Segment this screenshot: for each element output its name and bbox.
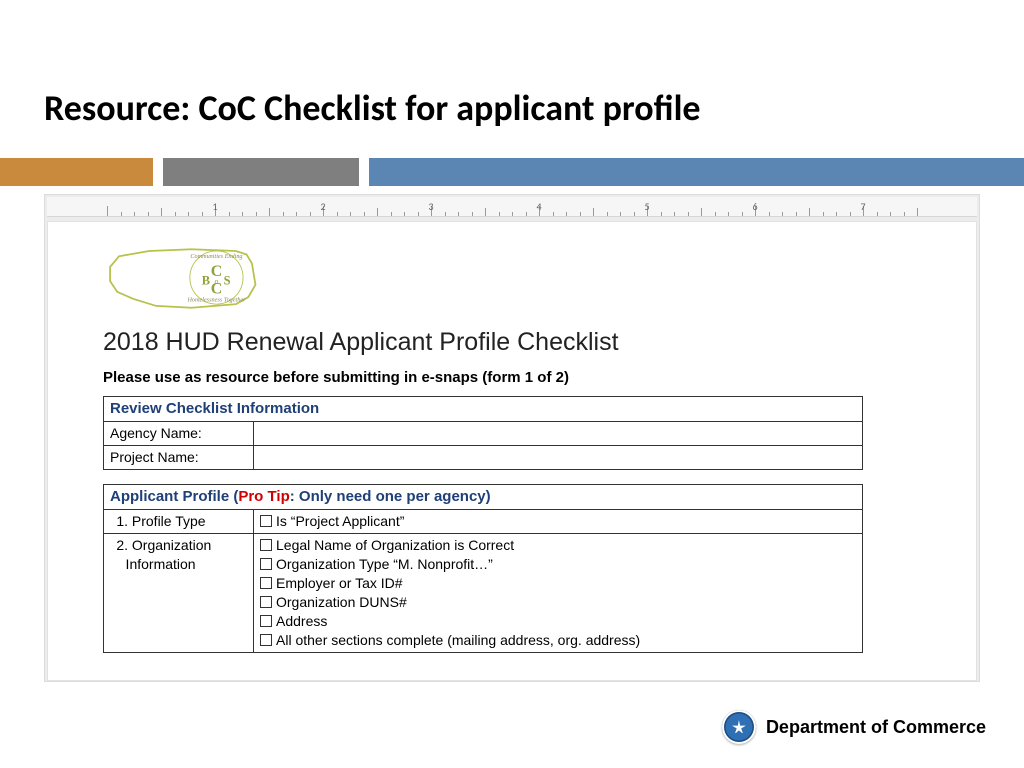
check-item: Address	[276, 613, 327, 629]
profile-header: Applicant Profile (Pro Tip: Only need on…	[104, 485, 863, 510]
bar-gray	[163, 158, 359, 186]
project-name-value	[254, 446, 863, 470]
bar-blue	[369, 158, 1024, 186]
checkbox-icon	[260, 539, 272, 551]
table-row: 1. Profile Type Is “Project Applicant”	[104, 510, 863, 534]
project-name-label: Project Name:	[104, 446, 254, 470]
table-row: 2. Organization Information Legal Name o…	[104, 534, 863, 652]
row-label-text: Profile Type	[132, 513, 206, 529]
embedded-document-view: 1234567 Communities Ending Homelessness …	[44, 194, 980, 682]
svg-text:Communities Ending: Communities Ending	[190, 253, 242, 260]
applicant-profile-table: Applicant Profile (Pro Tip: Only need on…	[103, 484, 863, 652]
row-label: 2. Organization Information	[104, 534, 254, 652]
row-items: Legal Name of Organization is Correct Org…	[254, 534, 863, 652]
coc-logo: Communities Ending Homelessness Together…	[103, 242, 298, 322]
profile-header-suffix: : Only need one per agency)	[290, 488, 491, 505]
checkbox-icon	[260, 515, 272, 527]
check-item: All other sections complete (mailing add…	[276, 632, 640, 648]
row-num: 1.	[110, 512, 128, 531]
row-num: 2.	[110, 536, 128, 555]
review-checklist-table: Review Checklist Information Agency Name…	[103, 396, 863, 470]
checkbox-icon	[260, 634, 272, 646]
profile-header-protip: Pro Tip	[238, 488, 289, 505]
row-items: Is “Project Applicant”	[254, 510, 863, 534]
checkbox-icon	[260, 596, 272, 608]
profile-header-prefix: Applicant Profile (	[110, 488, 238, 505]
wa-seal-icon	[722, 710, 756, 744]
check-item: Employer or Tax ID#	[276, 575, 403, 591]
ruler: 1234567	[47, 197, 977, 217]
svg-text:B: B	[202, 274, 210, 288]
footer-brand: Department of Commerce	[722, 710, 986, 744]
checkbox-icon	[260, 615, 272, 627]
slide-title: Resource: CoC Checklist for applicant pr…	[44, 86, 701, 130]
agency-name-label: Agency Name:	[104, 422, 254, 446]
table-row: Project Name:	[104, 446, 863, 470]
svg-text:Homelessness Together: Homelessness Together	[186, 297, 246, 304]
checkbox-icon	[260, 558, 272, 570]
svg-text:S: S	[224, 274, 231, 288]
check-item: Organization DUNS#	[276, 594, 407, 610]
agency-name-value	[254, 422, 863, 446]
review-header: Review Checklist Information	[104, 397, 863, 422]
accent-color-bars	[0, 158, 1024, 186]
document-title: 2018 HUD Renewal Applicant Profile Check…	[103, 328, 926, 357]
document-page: Communities Ending Homelessness Together…	[47, 221, 977, 681]
check-item: Is “Project Applicant”	[276, 513, 404, 529]
footer-brand-text: Department of Commerce	[766, 717, 986, 738]
bar-orange	[0, 158, 153, 186]
row-label: 1. Profile Type	[104, 510, 254, 534]
check-item: Legal Name of Organization is Correct	[276, 537, 514, 553]
svg-text:C: C	[211, 281, 223, 298]
check-item: Organization Type “M. Nonprofit…”	[276, 556, 493, 572]
document-subtitle: Please use as resource before submitting…	[103, 369, 926, 386]
checkbox-icon	[260, 577, 272, 589]
table-row: Agency Name:	[104, 422, 863, 446]
